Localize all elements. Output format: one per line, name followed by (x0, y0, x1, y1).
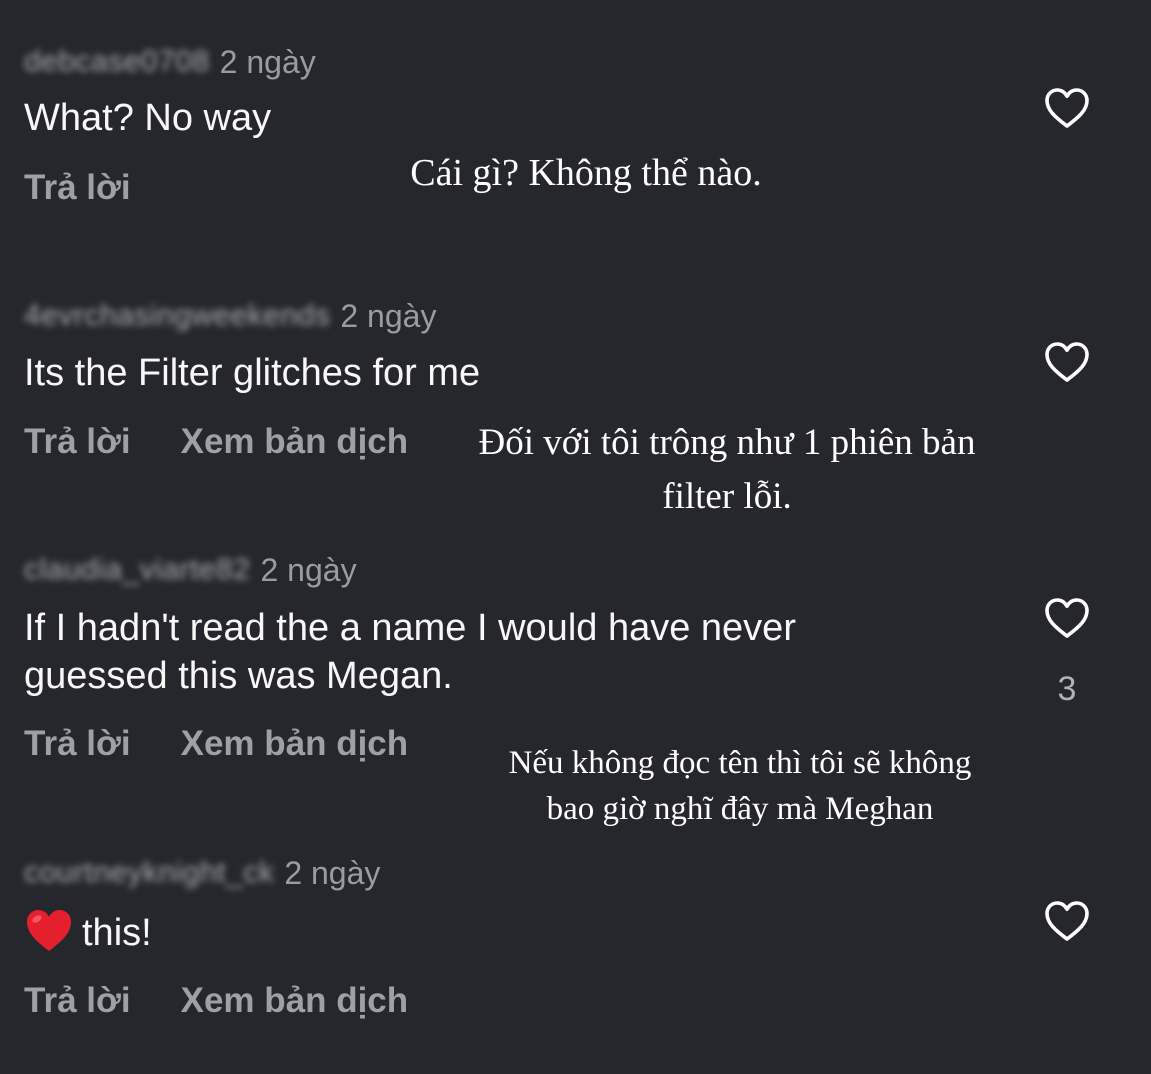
comment-text: this! (24, 907, 152, 957)
comment-meta: 4evrchasingweekends 2 ngày (24, 296, 436, 336)
username[interactable]: claudia_viarte82 (24, 553, 250, 587)
comment-time: 2 ngày (284, 854, 381, 891)
comment-meta: debcase0708 2 ngày (24, 42, 316, 82)
comment-text: If I hadn't read the a name I would have… (24, 604, 796, 700)
reply-button[interactable]: Trả lời (24, 168, 131, 208)
username[interactable]: debcase0708 (24, 45, 210, 79)
username[interactable]: 4evrchasingweekends (24, 299, 330, 333)
comment-text-content: this! (82, 912, 152, 954)
comment-meta: claudia_viarte82 2 ngày (24, 550, 357, 590)
comment-text: Its the Filter glitches for me (24, 352, 481, 394)
translate-button[interactable]: Xem bản dịch (181, 422, 409, 462)
translation-line: bao giờ nghĩ đây mà Meghan (546, 791, 934, 827)
translation-line: Nếu không đọc tên thì tôi sẽ không (508, 745, 972, 781)
like-count: 3 (1057, 670, 1077, 708)
username[interactable]: courtneyknight_ck (24, 856, 274, 890)
heart-outline-icon[interactable] (1043, 899, 1091, 943)
translate-button[interactable]: Xem bản dịch (181, 724, 409, 764)
translation-overlay: Nếu không đọc tên thì tôi sẽ không bao g… (470, 740, 1010, 832)
translation-overlay: Cái gì? Không thể nào. (386, 150, 786, 196)
heart-outline-icon[interactable] (1043, 86, 1091, 130)
translation-line: Cái gì? Không thể nào. (410, 152, 762, 194)
comment-text-line: guessed this was Megan. (24, 655, 453, 697)
translate-button[interactable]: Xem bản dịch (181, 981, 409, 1021)
comment-time: 2 ngày (260, 551, 357, 588)
comment-actions: Trả lời (24, 168, 131, 208)
red-heart-icon (27, 910, 71, 951)
heart-outline-icon[interactable] (1043, 596, 1091, 640)
reply-button[interactable]: Trả lời (24, 422, 131, 462)
comment-actions: Trả lời Xem bản dịch (24, 724, 408, 764)
heart-outline-icon[interactable] (1043, 340, 1091, 384)
translation-line: filter lỗi. (662, 476, 792, 517)
reply-button[interactable]: Trả lời (24, 981, 131, 1021)
comment-actions: Trả lời Xem bản dịch (24, 981, 408, 1021)
comment-text-line: If I hadn't read the a name I would have… (24, 607, 796, 649)
translation-line: Đối với tôi trông như 1 phiên bản (478, 422, 976, 463)
comment-meta: courtneyknight_ck 2 ngày (24, 853, 380, 893)
reply-button[interactable]: Trả lời (24, 724, 131, 764)
comment-text: What? No way (24, 97, 272, 139)
comment-time: 2 ngày (340, 297, 437, 334)
comment-time: 2 ngày (219, 43, 316, 80)
comment-actions: Trả lời Xem bản dịch (24, 422, 408, 462)
translation-overlay: Đối với tôi trông như 1 phiên bản filter… (432, 416, 1022, 524)
